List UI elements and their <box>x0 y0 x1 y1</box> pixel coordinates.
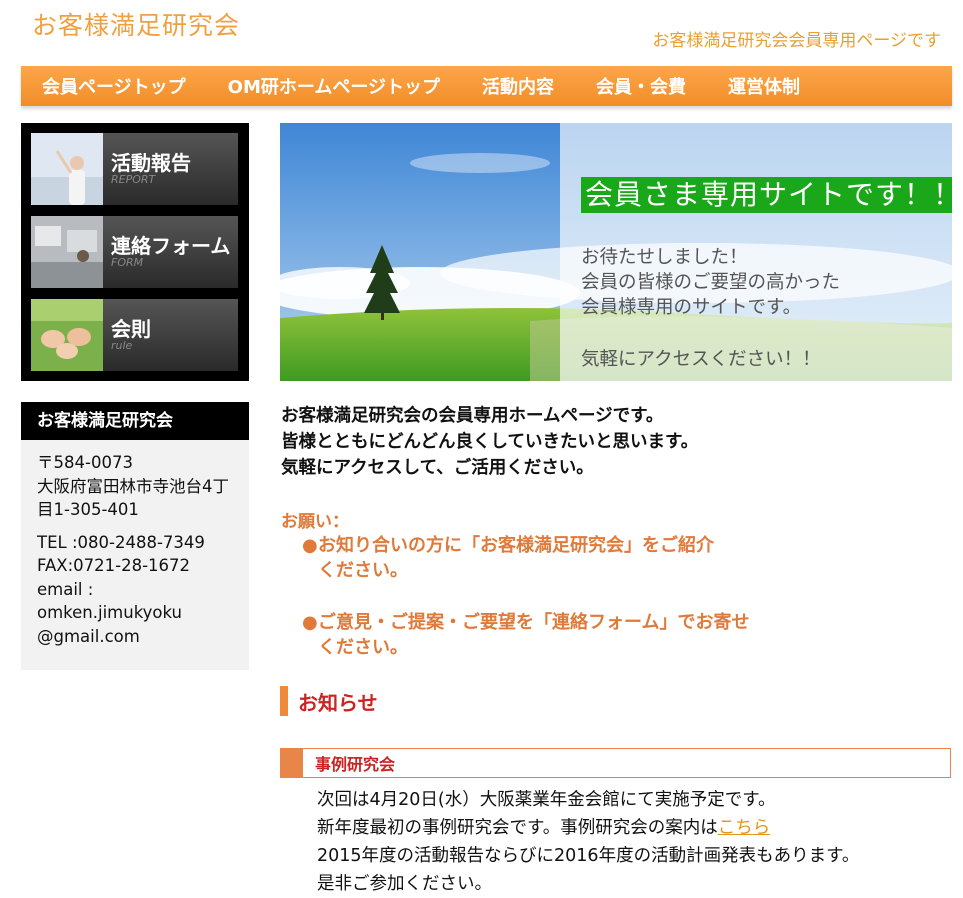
address-line-2: 目1-305-401 <box>37 500 139 519</box>
bullet-icon: ● <box>302 612 318 633</box>
case-study-heading: 事例研究会 <box>280 748 951 778</box>
case-study-line-3: 2015年度の活動報告ならびに2016年度の活動計画発表もあります。 <box>317 846 860 866</box>
sidebar-item-report[interactable]: 活動報告 REPORT <box>31 133 238 205</box>
request-item-text: ください。 <box>318 560 408 581</box>
case-study-accent-bar <box>281 749 303 777</box>
notice-title: お知らせ <box>298 690 378 715</box>
site-subtitle: お客様満足研究会会員専用ページです <box>652 31 941 51</box>
nav-membership-fees[interactable]: 会員・会費 <box>575 73 707 99</box>
site-title: お客様満足研究会 <box>32 11 241 40</box>
banner-line-4: 気軽にアクセスください！！ <box>581 349 821 370</box>
address-line-1: 大阪府富田林市寺池台4丁 <box>37 476 229 496</box>
intro-line-3: 気軽にアクセスして、ご活用ください。 <box>281 458 594 478</box>
request-item-2: ●ご意見・ご提案・ご要望を「連絡フォーム」でお寄せ ください。 <box>302 610 782 660</box>
request-item-text: お知り合いの方に「お客様満足研究会」をご紹介 <box>318 535 714 556</box>
case-study-line-2: 新年度最初の事例研究会です。事例研究会の案内はこちら <box>317 814 859 842</box>
banner-line-2: 会員の皆様のご要望の高かった <box>581 272 841 293</box>
sidebar-item-form[interactable]: 連絡フォーム FORM <box>31 216 238 288</box>
sidebar-item-sublabel: REPORT <box>111 173 156 186</box>
sidebar-item-label: 連絡フォーム <box>111 234 231 258</box>
main-nav: 会員ページトップ OM研ホームページトップ 活動内容 会員・会費 運営体制 <box>21 66 952 106</box>
case-study-body: 次回は4月20日(水）大阪薬業年金会館にて実施予定です。 新年度最初の事例研究会… <box>317 786 859 898</box>
intro-text: お客様満足研究会の会員専用ホームページです。 皆様とともにどんどん良くしていきた… <box>281 403 698 481</box>
sidebar-item-sublabel: rule <box>111 339 133 352</box>
notice-heading: お知らせ <box>280 686 378 716</box>
sidebar-item-label: 会則 <box>111 317 151 341</box>
nav-om-home-top[interactable]: OM研ホームページトップ <box>207 73 461 99</box>
form-thumbnail-image <box>31 216 103 288</box>
email-line-2: @gmail.com <box>37 626 140 646</box>
case-study-title: 事例研究会 <box>315 755 396 774</box>
request-item-1: ●お知り合いの方に「お客様満足研究会」をご紹介 ください。 <box>302 533 782 583</box>
nav-organization[interactable]: 運営体制 <box>707 73 821 99</box>
request-label: お願い： <box>281 512 349 532</box>
email-label: email : <box>37 579 94 599</box>
nav-member-top[interactable]: 会員ページトップ <box>21 73 207 99</box>
sidebar-item-label: 活動報告 <box>111 151 191 175</box>
contact-info-heading: お客様満足研究会 <box>21 402 249 440</box>
case-study-line-2-text: 新年度最初の事例研究会です。事例研究会の案内は <box>317 818 718 838</box>
hero-banner: 会員さま専用サイトです！！ お待たせしました！ 会員の皆様のご要望の高かった 会… <box>280 123 952 381</box>
intro-line-2: 皆様とともにどんどん良くしていきたいと思います。 <box>281 432 699 452</box>
banner-headline: 会員さま専用サイトです！！ <box>581 177 952 213</box>
fax: FAX:0721-28-1672 <box>37 556 191 575</box>
email-line-1: omken.jimukyoku <box>37 603 183 622</box>
bullet-icon: ● <box>302 535 318 556</box>
contact-info-box: お客様満足研究会 〒584-0073 大阪府富田林市寺池台4丁 目1-305-4… <box>21 402 249 670</box>
sidebar-item-rules[interactable]: 会則 rule <box>31 299 238 371</box>
request-item-text: ご意見・ご提案・ご要望を「連絡フォーム」でお寄せ <box>318 612 750 633</box>
intro-line-1: お客様満足研究会の会員専用ホームページです。 <box>281 406 664 426</box>
sidebar-menu: 活動報告 REPORT 連絡フォーム FORM 会則 rule <box>21 123 249 381</box>
case-study-guide-link[interactable]: こちら <box>718 818 771 838</box>
case-study-line-1: 次回は4月20日(水）大阪薬業年金会館にて実施予定です。 <box>317 790 776 810</box>
banner-line-3: 会員様専用のサイトです。 <box>581 297 802 318</box>
notice-accent-bar <box>280 686 288 716</box>
sidebar-item-sublabel: FORM <box>111 256 144 269</box>
banner-line-1: お待たせしました！ <box>581 247 748 268</box>
nav-activities[interactable]: 活動内容 <box>461 73 575 99</box>
request-item-text: ください。 <box>318 637 408 658</box>
report-thumbnail-image <box>31 133 103 205</box>
rules-thumbnail-image <box>31 299 103 371</box>
postal-code: 〒584-0073 <box>37 453 133 472</box>
case-study-line-4: 是非ご参加ください。 <box>317 874 492 894</box>
tel: TEL :080-2488-7349 <box>37 532 205 552</box>
